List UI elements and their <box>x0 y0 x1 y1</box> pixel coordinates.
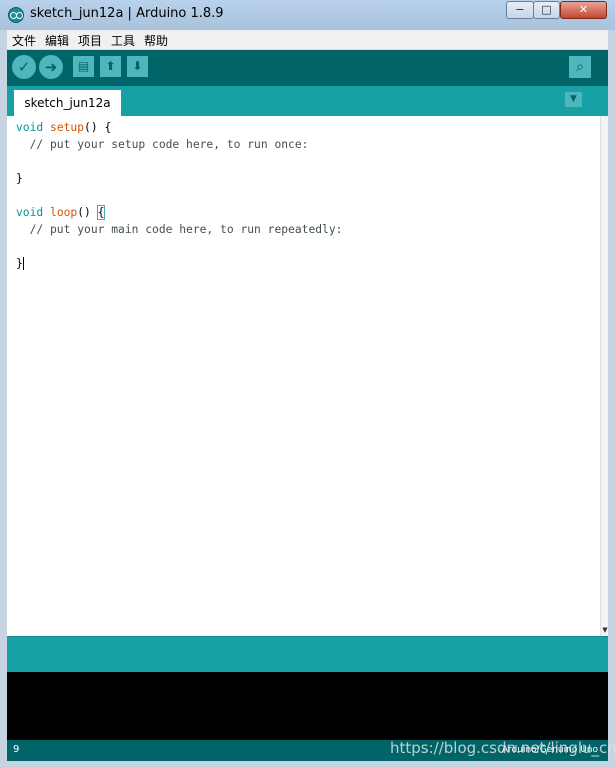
arduino-logo-icon <box>8 7 24 23</box>
close-button[interactable]: ✕ <box>560 1 607 19</box>
menu-tools[interactable]: 工具 <box>111 32 135 49</box>
checkmark-icon[interactable]: ✓ <box>12 55 36 79</box>
menu-edit[interactable]: 编辑 <box>45 32 69 49</box>
function-name: loop <box>50 206 78 219</box>
watermark-text: https://blog.csdn.net/linglu_cmi <box>390 739 615 757</box>
code-editor[interactable]: void setup() { // put your setup code he… <box>7 116 608 636</box>
keyword: void <box>16 121 44 134</box>
magnifier-icon[interactable]: ⌕ <box>569 56 591 78</box>
menu-sketch[interactable]: 项目 <box>78 32 102 49</box>
menu-help[interactable]: 帮助 <box>144 32 168 49</box>
keyword: void <box>16 206 44 219</box>
code-text: void setup() { // put your setup code he… <box>16 119 342 272</box>
minimize-button[interactable]: − <box>506 1 534 19</box>
arrow-down-icon[interactable]: ⬇ <box>127 56 148 77</box>
tab-sketch[interactable]: sketch_jun12a <box>14 90 121 116</box>
toolbar: ✓ ➜ ▤ ⬆ ⬇ ⌕ <box>7 50 608 86</box>
closing-brace: } <box>16 172 23 185</box>
arrow-up-icon[interactable]: ⬆ <box>100 56 121 77</box>
line-number: 9 <box>13 744 20 755</box>
matched-brace: { <box>96 205 106 220</box>
window-title: sketch_jun12a | Arduino 1.8.9 <box>30 6 224 21</box>
function-name: setup <box>50 121 85 134</box>
title-bar[interactable]: sketch_jun12a | Arduino 1.8.9 − □ ✕ <box>0 0 615 30</box>
arrow-right-icon[interactable]: ➜ <box>39 55 63 79</box>
code-comment: // put your setup code here, to run once… <box>16 138 309 151</box>
menu-bar: 文件 编辑 项目 工具 帮助 <box>7 30 608 50</box>
menu-file[interactable]: 文件 <box>12 32 36 49</box>
message-area <box>7 636 608 672</box>
code-punctuation: () <box>77 206 98 219</box>
scroll-down-icon[interactable]: ▼ <box>601 626 609 634</box>
chevron-down-icon[interactable]: ▼ <box>565 92 582 107</box>
closing-brace-cursor: } <box>16 257 24 270</box>
tab-bar: sketch_jun12a ▼ <box>7 86 608 116</box>
new-file-icon[interactable]: ▤ <box>73 56 94 77</box>
code-punctuation: () { <box>84 121 112 134</box>
console-output[interactable] <box>7 672 608 740</box>
maximize-button[interactable]: □ <box>533 1 560 19</box>
vertical-scrollbar[interactable]: ▼ <box>600 116 608 636</box>
arduino-ide-window: sketch_jun12a | Arduino 1.8.9 − □ ✕ 文件 编… <box>0 0 615 768</box>
code-comment: // put your main code here, to run repea… <box>16 223 343 236</box>
